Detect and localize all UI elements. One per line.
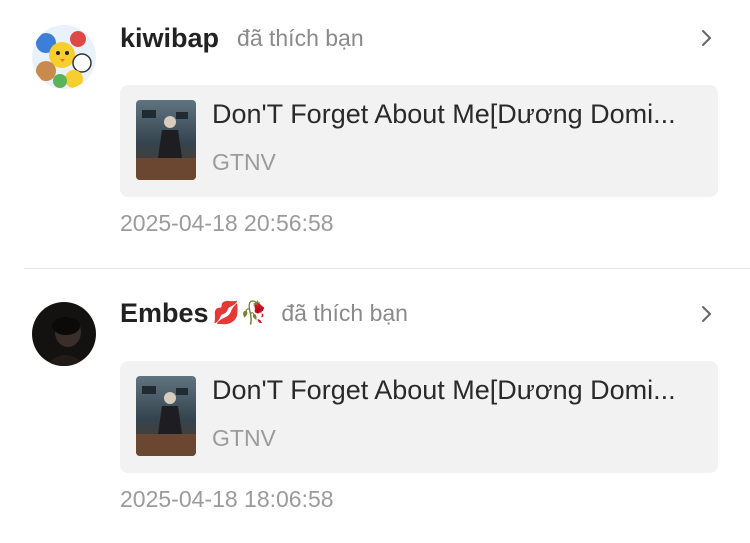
song-card[interactable]: Don'T Forget About Me[Dương Domi... GTNV (120, 85, 718, 197)
chevron-right-icon[interactable] (700, 28, 714, 48)
user-avatar-embes[interactable] (32, 302, 96, 366)
notification-header: Embes 💋🥀 đã thích bạn (120, 293, 408, 333)
chevron-right-icon[interactable] (700, 304, 714, 324)
username[interactable]: kiwibap (120, 23, 219, 54)
user-avatar-kiwibap[interactable] (32, 25, 96, 89)
album-cover (136, 100, 196, 180)
notification-item[interactable]: Embes 💋🥀 đã thích bạn Don'T Forget About… (0, 269, 750, 543)
song-artist: GTNV (212, 425, 276, 451)
username[interactable]: Embes (120, 298, 209, 329)
song-artist: GTNV (212, 149, 276, 175)
notification-header: kiwibap đã thích bạn (120, 18, 364, 58)
timestamp: 2025-04-18 18:06:58 (120, 486, 334, 512)
notification-item[interactable]: kiwibap đã thích bạn Don'T Forget About … (0, 0, 750, 268)
action-text: đã thích bạn (281, 299, 408, 326)
action-text: đã thích bạn (237, 24, 364, 51)
username-emoji: 💋🥀 (212, 300, 268, 326)
album-cover (136, 376, 196, 456)
timestamp: 2025-04-18 20:56:58 (120, 210, 334, 236)
song-title: Don'T Forget About Me[Dương Domi... (212, 99, 676, 129)
song-title: Don'T Forget About Me[Dương Domi... (212, 375, 676, 405)
song-card[interactable]: Don'T Forget About Me[Dương Domi... GTNV (120, 361, 718, 473)
